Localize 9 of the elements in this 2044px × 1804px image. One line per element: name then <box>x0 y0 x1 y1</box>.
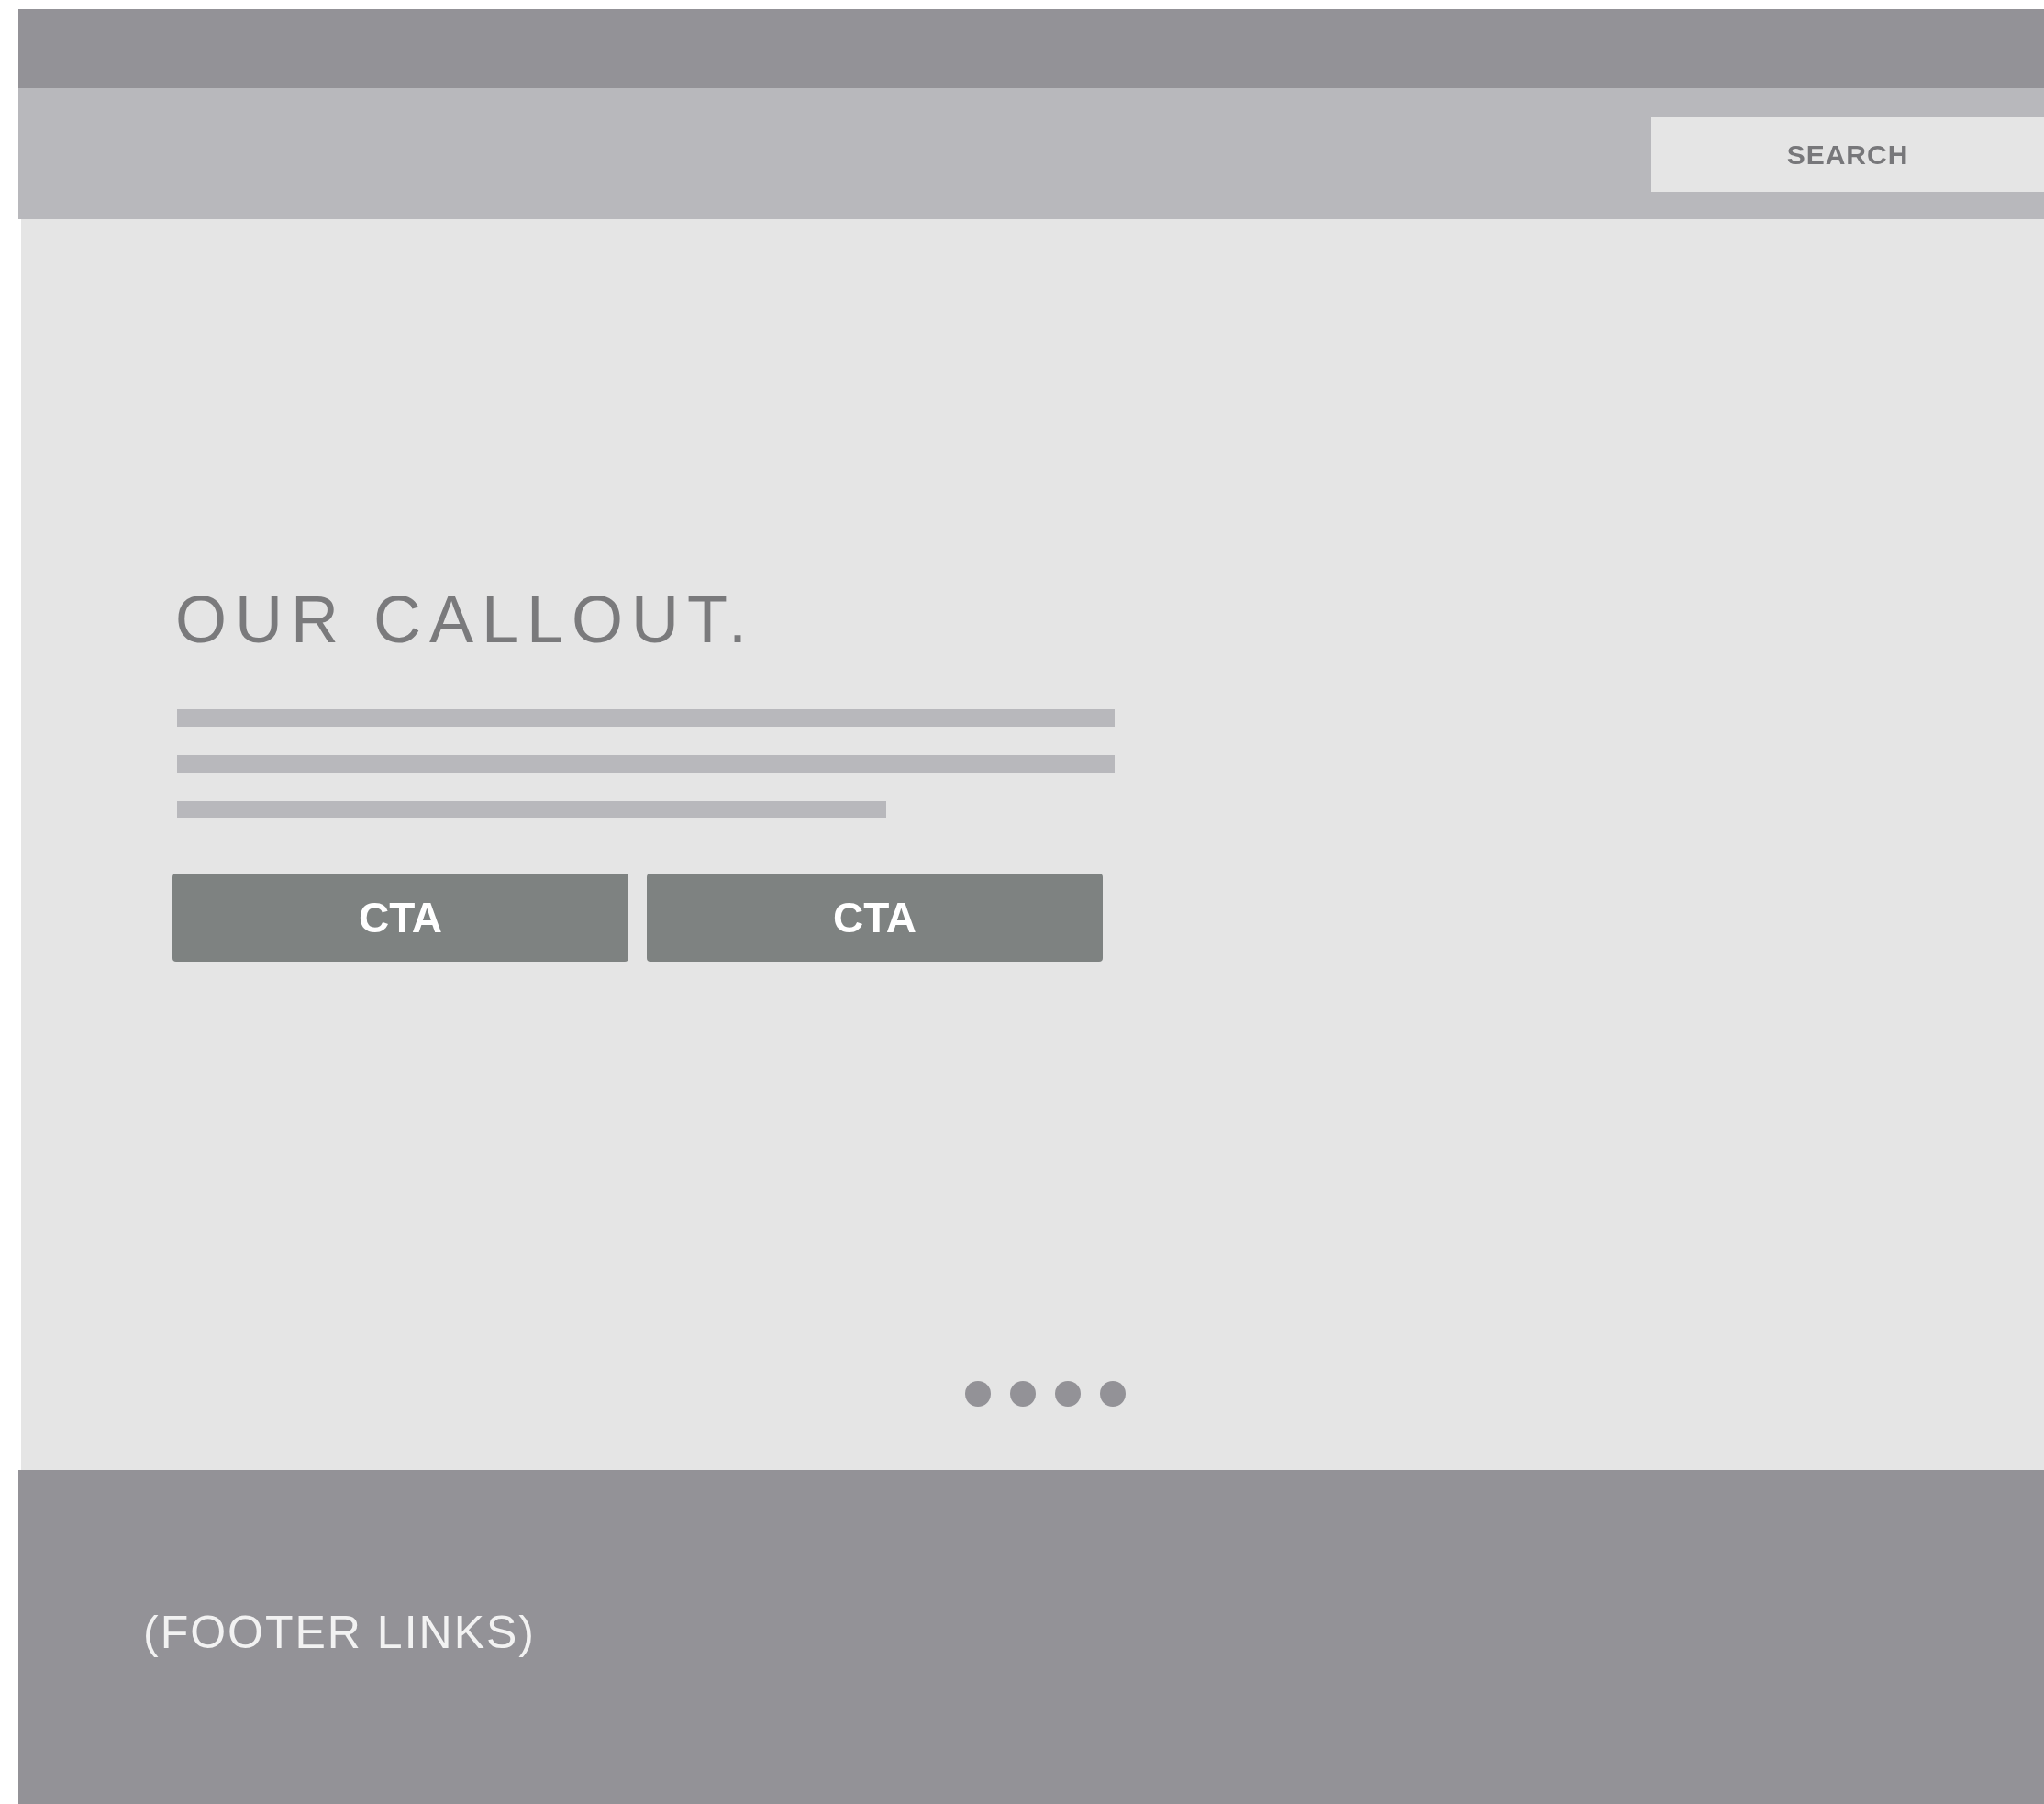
cta-button[interactable]: CTA <box>172 874 628 962</box>
carousel-dot[interactable] <box>1055 1381 1081 1407</box>
carousel-dot[interactable] <box>965 1381 991 1407</box>
carousel-dot[interactable] <box>1010 1381 1036 1407</box>
search-button[interactable]: SEARCH <box>1651 117 2044 192</box>
carousel-dot[interactable] <box>1100 1381 1126 1407</box>
callout-heading: OUR CALLOUT. <box>175 586 757 652</box>
cta-button[interactable]: CTA <box>647 874 1103 962</box>
footer-links[interactable]: (FOOTER LINKS) <box>143 1606 537 1659</box>
